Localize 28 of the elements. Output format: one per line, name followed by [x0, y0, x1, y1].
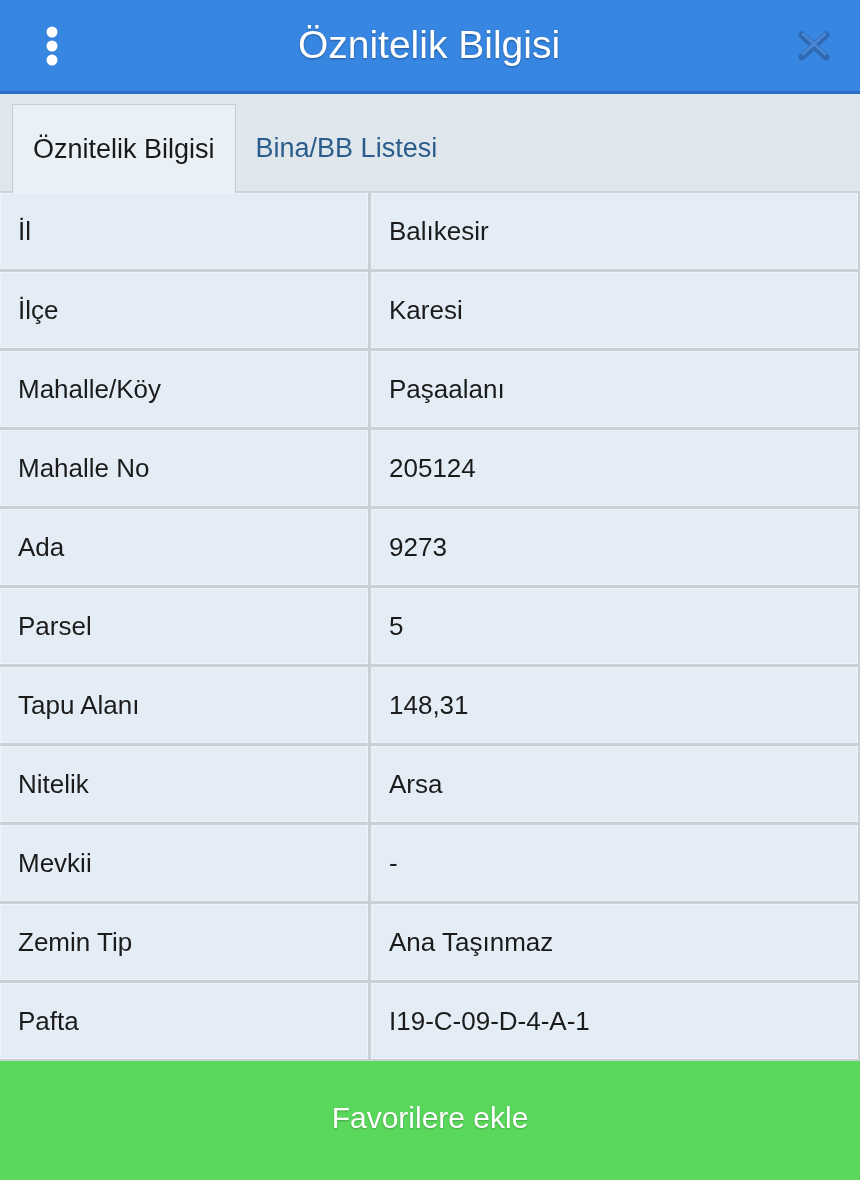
- label-cell: Nitelik: [0, 746, 368, 822]
- value-cell: 205124: [371, 430, 858, 506]
- label-cell: İlçe: [0, 272, 368, 348]
- label-cell: Zemin Tip: [0, 904, 368, 980]
- value-cell: 5: [371, 588, 858, 664]
- label-cell: Mevkii: [0, 825, 368, 901]
- close-icon: [798, 30, 830, 61]
- menu-icon: [44, 25, 60, 66]
- value-cell: Arsa: [371, 746, 858, 822]
- tab[interactable]: Bina/BB Listesi: [235, 104, 458, 193]
- value-cell: Karesi: [371, 272, 858, 348]
- value-cell: Balıkesir: [371, 193, 858, 269]
- label-cell: İl: [0, 193, 368, 269]
- label-cell: Mahalle/Köy: [0, 351, 368, 427]
- value-cell: 148,31: [371, 667, 858, 743]
- label-cell: Mahalle No: [0, 430, 368, 506]
- value-cell: Paşaalanı: [371, 351, 858, 427]
- value-cell: 9273: [371, 509, 858, 585]
- label-cell: Parsel: [0, 588, 368, 664]
- label-cell: Pafta: [0, 983, 368, 1059]
- window-title: Öznitelik Bilgisi: [297, 24, 561, 67]
- label-cell: Ada: [0, 509, 368, 585]
- value-cell: I19-C-09-D-4-A-1: [371, 983, 858, 1059]
- tab[interactable]: Öznitelik Bilgisi: [12, 104, 236, 193]
- menu-button[interactable]: [44, 25, 60, 66]
- label-cell: Tapu Alanı: [0, 667, 368, 743]
- value-cell: -: [371, 825, 858, 901]
- value-cell: Ana Taşınmaz: [371, 904, 858, 980]
